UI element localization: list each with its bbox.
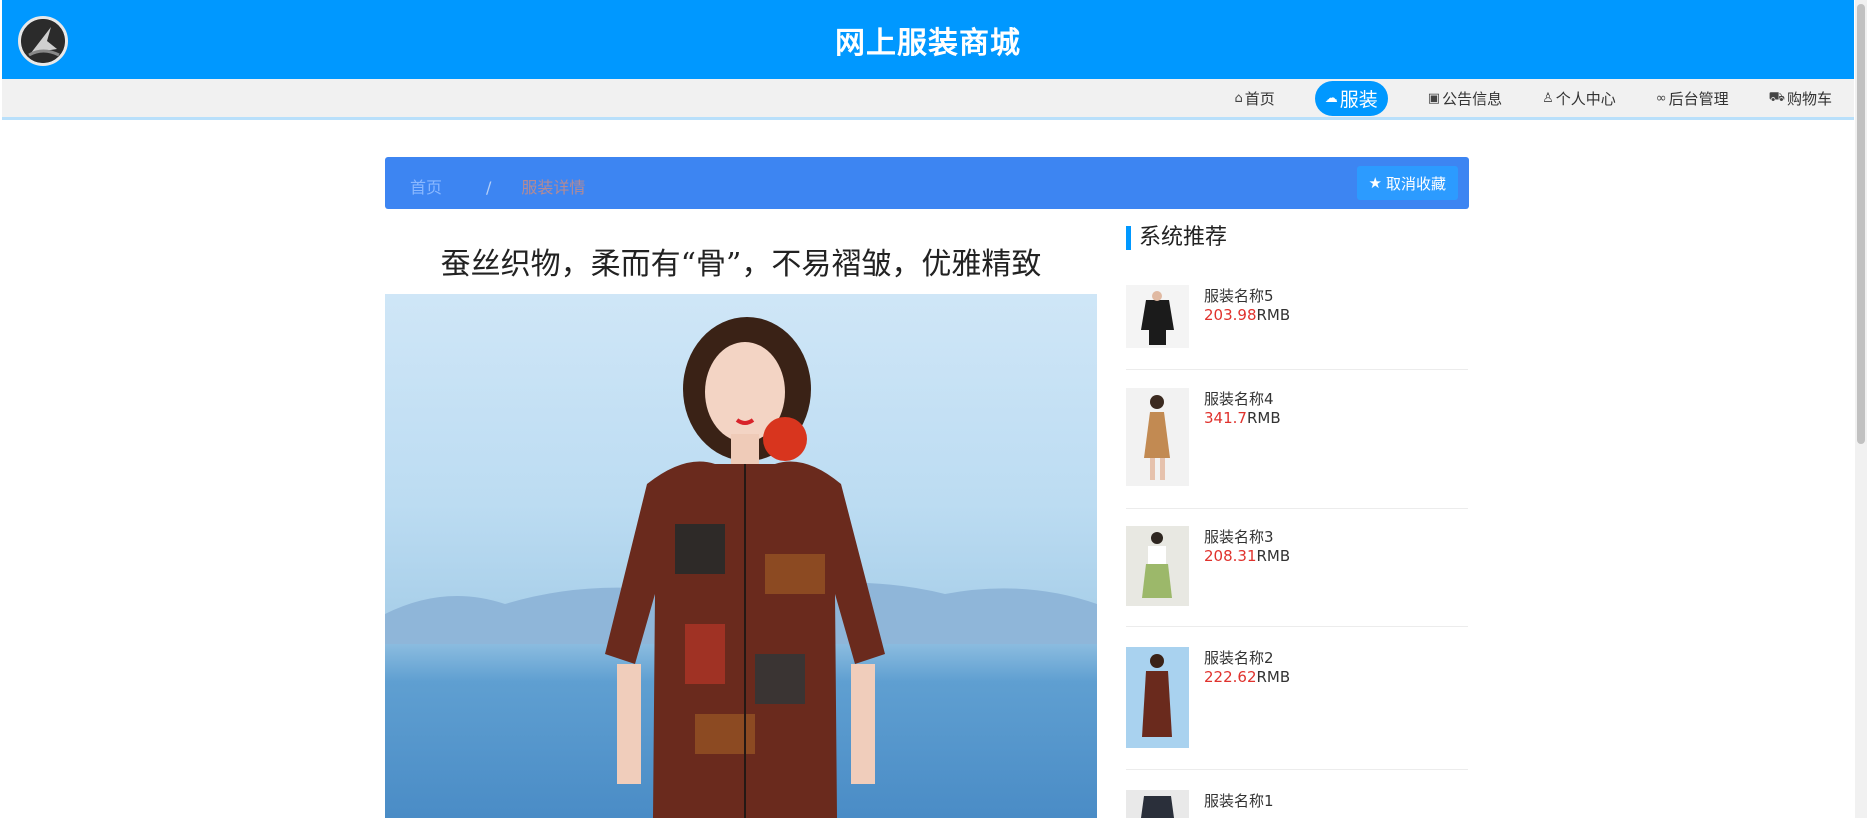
star-icon: ★ <box>1368 174 1382 192</box>
breadcrumb-home-link[interactable]: 首页 <box>410 178 442 197</box>
nav-item-label: 服装 <box>1339 88 1378 111</box>
site-title: 网上服装商城 <box>835 26 1021 61</box>
price-value: 341.7 <box>1204 409 1247 427</box>
model-figure <box>605 317 885 818</box>
floral-dress-thumb <box>1126 647 1189 748</box>
header-bar: 网上服装商城 <box>2 0 1854 79</box>
recommend-item[interactable]: 服装名称1 <box>1126 790 1468 830</box>
top-thumb <box>1126 790 1189 818</box>
product-image: 蚕丝织物，柔而有“骨”，不易褶皱，优雅精致 <box>385 228 1097 818</box>
recommend-item-thumb[interactable] <box>1126 285 1189 348</box>
breadcrumb: 首页 / 服装详情 <box>410 174 585 198</box>
recommend-item-thumb[interactable] <box>1126 647 1189 748</box>
cart-icon: ⛟ <box>1768 89 1785 105</box>
jacket-thumb <box>1126 285 1189 348</box>
dress-thumb <box>1126 388 1189 486</box>
nav-item-home[interactable]: ⌂ 首页 <box>1234 88 1274 109</box>
price-value: 203.98 <box>1204 306 1257 324</box>
recommend-item-thumb[interactable] <box>1126 526 1189 606</box>
breadcrumb-separator: / <box>486 178 492 197</box>
nav-item-profile[interactable]: ♙ 个人中心 <box>1542 88 1616 109</box>
price-unit: RMB <box>1256 306 1291 324</box>
sidebar-title: 系统推荐 <box>1126 226 1468 250</box>
main-nav: ⌂ 首页 ☁ 服装 ▣ 公告信息 ♙ 个人中心 ∞ 后台管理 ⛟ 购物车 <box>2 79 1854 120</box>
recommend-item-name[interactable]: 服装名称4 <box>1204 388 1274 409</box>
page-scrollbar[interactable] <box>1855 0 1867 818</box>
recommend-item-name[interactable]: 服装名称3 <box>1204 526 1274 547</box>
nav-item-cart[interactable]: ⛟ 购物车 <box>1769 88 1832 109</box>
recommend-item[interactable]: 服装名称3 208.31RMB <box>1126 526 1468 627</box>
skirt-thumb <box>1126 526 1189 606</box>
nav-item-label: 后台管理 <box>1668 89 1729 108</box>
user-icon: ♙ <box>1542 90 1554 106</box>
link-icon: ∞ <box>1655 90 1667 106</box>
nav-item-label: 首页 <box>1244 89 1275 108</box>
product-photo <box>385 294 1097 818</box>
cancel-favorite-label: 取消收藏 <box>1385 174 1446 193</box>
recommend-item[interactable]: 服装名称2 222.62RMB <box>1126 647 1468 770</box>
recommend-item-price: 203.98RMB <box>1204 306 1290 324</box>
breadcrumb-current: 服装详情 <box>521 178 586 197</box>
recommend-item-name[interactable]: 服装名称5 <box>1204 285 1274 306</box>
nav-item-label: 个人中心 <box>1555 89 1616 108</box>
gift-icon: ▣ <box>1427 90 1441 106</box>
recommend-item-thumb[interactable] <box>1126 790 1189 818</box>
nav-item-announcements[interactable]: ▣ 公告信息 <box>1428 88 1502 109</box>
nav-item-admin[interactable]: ∞ 后台管理 <box>1656 88 1729 109</box>
home-icon: ⌂ <box>1234 90 1243 106</box>
nav-item-clothing[interactable]: ☁ 服装 <box>1314 80 1388 116</box>
recommend-item-name[interactable]: 服装名称1 <box>1204 790 1274 811</box>
price-unit: RMB <box>1256 547 1291 565</box>
price-unit: RMB <box>1256 668 1291 686</box>
recommend-item-price: 341.7RMB <box>1204 409 1281 427</box>
recommend-item-name[interactable]: 服装名称2 <box>1204 647 1274 668</box>
recommend-item-price: 222.62RMB <box>1204 668 1290 686</box>
price-value: 208.31 <box>1204 547 1257 565</box>
product-caption: 蚕丝织物，柔而有“骨”，不易褶皱，优雅精致 <box>385 228 1097 294</box>
recommend-item-price: 208.31RMB <box>1204 547 1290 565</box>
recommend-item[interactable]: 服装名称4 341.7RMB <box>1126 388 1468 509</box>
recommend-sidebar: 系统推荐 服装名称5 203.98RMB 服装名称4 341.7RMB 服装名称… <box>1126 226 1468 818</box>
cancel-favorite-button[interactable]: ★ 取消收藏 <box>1356 166 1458 200</box>
nav-item-label: 购物车 <box>1786 89 1832 108</box>
recommend-item[interactable]: 服装名称5 203.98RMB <box>1126 285 1468 370</box>
scrollbar-thumb[interactable] <box>1857 4 1865 444</box>
cloud-icon: ☁ <box>1324 90 1338 106</box>
nav-item-label: 公告信息 <box>1442 89 1503 108</box>
price-unit: RMB <box>1246 409 1281 427</box>
price-value: 222.62 <box>1204 668 1257 686</box>
breadcrumb-bar: 首页 / 服装详情 ★ 取消收藏 <box>385 157 1469 209</box>
recommend-item-thumb[interactable] <box>1126 388 1189 486</box>
